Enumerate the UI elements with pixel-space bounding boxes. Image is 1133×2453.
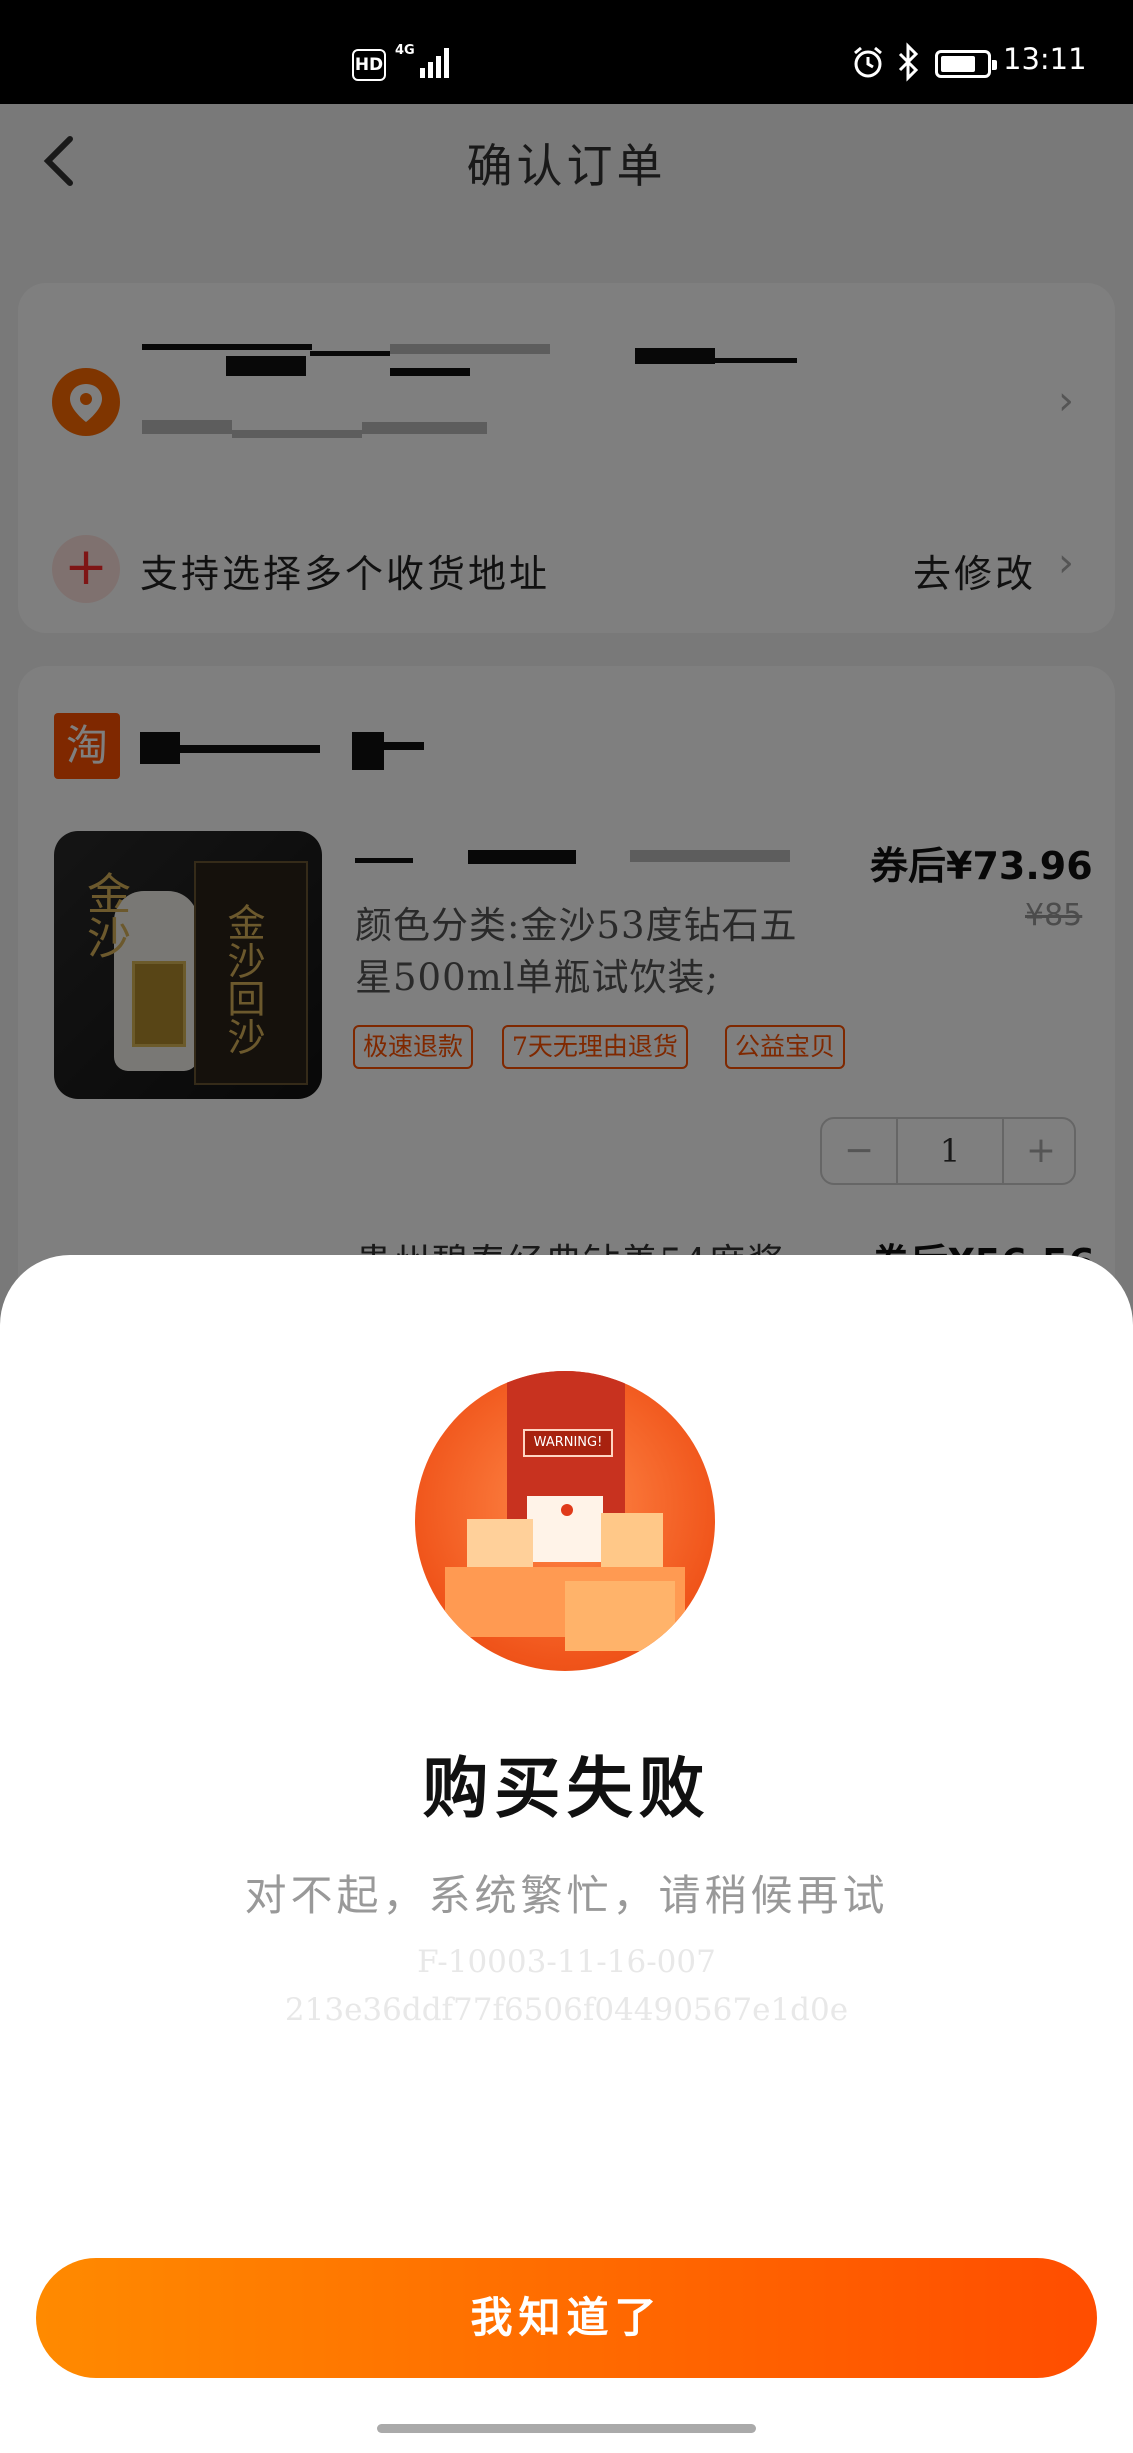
illustration-box bbox=[601, 1513, 663, 1571]
warning-sign: WARNING! bbox=[523, 1429, 613, 1457]
battery-icon bbox=[935, 50, 997, 78]
alarm-icon bbox=[854, 46, 882, 78]
dialog-message: 对不起，系统繁忙，请稍候再试 bbox=[244, 1871, 889, 1920]
status-bar: HD 4G 13:11 bbox=[0, 0, 1133, 104]
home-indicator[interactable] bbox=[377, 2424, 756, 2433]
bluetooth-icon bbox=[898, 42, 919, 82]
warning-illustration: WARNING! bbox=[415, 1371, 715, 1671]
error-code: F-10003-11-16-007 bbox=[417, 1944, 716, 1980]
clock: 13:11 bbox=[1003, 42, 1087, 76]
illustration-box bbox=[565, 1581, 675, 1651]
signal-icon bbox=[412, 44, 452, 78]
error-trace-id: 213e36ddf77f6506f04490567e1d0e bbox=[284, 1992, 849, 2028]
illustration-box bbox=[467, 1519, 533, 1571]
acknowledge-button[interactable]: 我知道了 bbox=[36, 2258, 1097, 2378]
hd-indicator: HD bbox=[352, 49, 386, 81]
illustration-mark bbox=[561, 1504, 573, 1516]
dialog-title: 购买失败 bbox=[422, 1749, 711, 1827]
